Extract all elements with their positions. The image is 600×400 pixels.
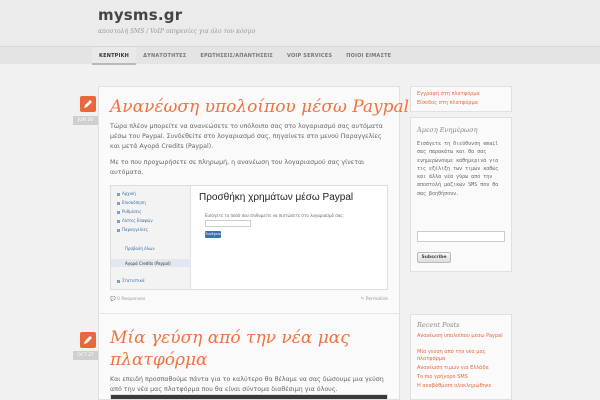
post-title[interactable]: Μία γεύση από την νέα μας πλατφόρμα [110,327,350,371]
subscribe-button[interactable]: Subscribe [417,252,451,263]
permalink-link[interactable]: ✎ Permalink [361,297,388,302]
recent-post-link[interactable]: Το πιο γρήγορο SMS [417,374,509,381]
menu-subitem-active: Αγορά Credits (Paypal) [125,261,171,266]
recent-posts-widget: Recent Posts Ανανέωση υπολοίπου μέσω Pay… [410,314,512,400]
post-paragraph: Τώρα πλέον μπορείτε να ανανεώσετε το υπό… [110,123,383,150]
menu-item: Επισκόπηση [117,200,146,205]
screenshot-heading: Προσθήκη χρημάτων μέσω Paypal [199,192,354,203]
post-divider [98,313,400,314]
subscribe-widget: Άμεση Ενημέρωση Εισάγετε τη διεύθυνση em… [410,117,512,272]
nav-item-about[interactable]: ΠΟΙΟΙ ΕΙΜΑΣΤΕ [339,47,398,65]
subscribe-text: Εισάγετε τη διεύθυνση email σας παρακάτω… [417,141,499,197]
pencil-icon [80,332,96,348]
nav-item-home[interactable]: ΚΕΝΤΡΙΚΗ [92,47,137,65]
register-link[interactable]: Εγγραφή στη πλατφόρμα [417,91,480,97]
screenshot-amount-input [205,220,251,227]
screenshot-field-label: Εισάγετε το ποσό που επιθυμείτε να πιστώ… [205,213,345,218]
menu-subitem: Προβολή όλων [125,246,155,251]
recent-post-link[interactable]: Ανανέωση τιμών για Ελλάδα [417,365,509,372]
nav-item-faq[interactable]: ΕΡΩΤΗΣΕΙΣ/ΑΠΑΝΤΗΣΕΙΣ [193,47,280,65]
menu-item: Λίστες Επαφών [117,218,153,223]
nav-item-features[interactable]: ΔΥΝΑΤΟΤΗΤΕΣ [136,47,193,65]
post-date: OCT 27 [73,351,98,360]
screenshot-continue-button: Συνέχεια [205,231,221,238]
recent-post-link[interactable]: Ανανέωση υπολοίπου μέσω Paypal [417,333,509,340]
menu-item: Παραγγελίες [117,227,148,232]
sidebar-links-widget: Εγγραφή στη πλατφόρμα Είσοδος στη πλατφό… [410,86,512,112]
recent-post-link[interactable]: Η αναβάθμιση ολοκληρώθηκε [417,383,509,390]
menu-item: Ρυθμίσεις [117,209,141,214]
post-paragraph: Με το που προχωρήσετε σε πληρωμή, η αναν… [110,159,365,176]
login-link[interactable]: Είσοδος στη πλατφόρμα [417,100,478,106]
post-meta: 💬 0 Responses ✎ Permalink [110,297,388,307]
screenshot-sidebar: Αρχική Επισκόπηση Ρυθμίσεις Λίστες Επαφώ… [111,186,191,289]
email-field[interactable] [417,231,505,242]
site-title[interactable]: mysms.gr [98,6,182,24]
recent-posts-title: Recent Posts [417,321,460,329]
nav-item-voip[interactable]: VOIP SERVICES [280,47,339,65]
post-paragraph: Και επειδή προσπαθούμε πάντα για το καλύ… [110,376,384,393]
recent-post-link[interactable]: Μία γεύση από την νέα μας πλατφόρμα [417,349,509,363]
post-screenshot [110,394,388,400]
post-screenshot: Αρχική Επισκόπηση Ρυθμίσεις Λίστες Επαφώ… [110,185,388,290]
menu-item: Αρχική [117,191,136,196]
subscribe-title: Άμεση Ενημέρωση [417,126,478,134]
post-title[interactable]: Ανανέωση υπολοίπου μέσω Paypal [110,96,409,118]
responses-link[interactable]: 💬 0 Responses [110,297,145,302]
post-date: JUN 26 [73,116,98,125]
pencil-icon [80,96,96,112]
site-description: αποστολή SMS / VoIP υπηρεσίες για όλο το… [98,28,256,35]
menu-item: Στατιστικά [117,278,145,283]
main-navigation: ΚΕΝΤΡΙΚΗ ΔΥΝΑΤΟΤΗΤΕΣ ΕΡΩΤΗΣΕΙΣ/ΑΠΑΝΤΗΣΕΙ… [0,46,600,65]
